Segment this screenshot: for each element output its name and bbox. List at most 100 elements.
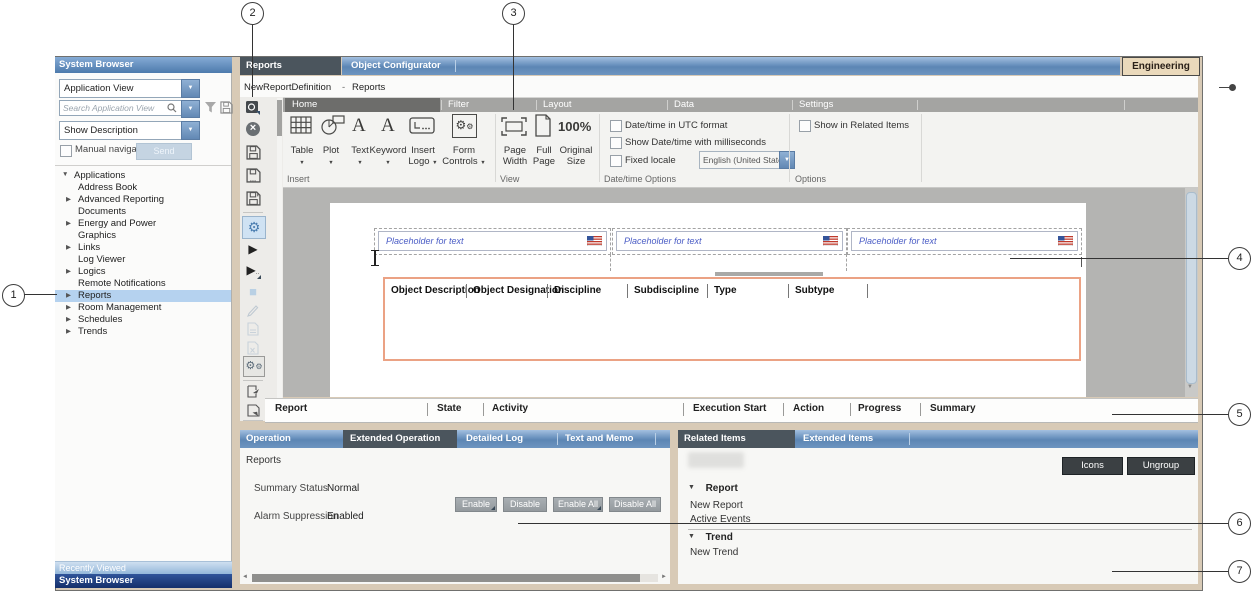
text-placeholder-2[interactable]: Placeholder for text <box>616 231 843 251</box>
tree-item-documents[interactable]: Documents <box>55 206 231 218</box>
display-selector-dropdown-icon[interactable]: ▼ <box>181 121 200 140</box>
view-selector[interactable]: Application View <box>59 79 183 98</box>
tab-extended-operation[interactable]: Extended Operation <box>343 430 457 448</box>
full-page-icon[interactable] <box>534 114 552 137</box>
milliseconds-checkbox[interactable] <box>610 137 622 149</box>
manual-navigation-checkbox[interactable] <box>60 145 72 157</box>
tree-item-links[interactable]: ▶Links <box>55 242 231 254</box>
enable-button[interactable]: Enable <box>455 497 497 512</box>
scroll-right-icon[interactable]: ► <box>661 574 667 580</box>
execution-column-state[interactable]: State <box>437 403 461 414</box>
show-in-related-items-checkbox[interactable] <box>799 120 811 132</box>
related-item-new-trend[interactable]: New Trend <box>690 547 738 558</box>
tree-item-logics[interactable]: ▶Logics <box>55 266 231 278</box>
tree-item-energy-and-power[interactable]: ▶Energy and Power <box>55 218 231 230</box>
report-settings-icon[interactable]: ⚙ <box>242 216 266 239</box>
tree-item-schedules[interactable]: ▶Schedules <box>55 314 231 326</box>
system-browser-bar[interactable]: System Browser <box>55 574 232 588</box>
related-group-report[interactable]: ▼ Report <box>688 483 738 494</box>
disable-all-button[interactable]: Disable All <box>609 497 661 512</box>
execution-column-activity[interactable]: Activity <box>492 403 528 414</box>
tree-item-reports[interactable]: ▶Reports <box>55 290 231 302</box>
tab-object-configurator[interactable]: Object Configurator <box>351 60 441 71</box>
tree-item-remote-notifications[interactable]: Remote Notifications <box>55 278 231 290</box>
search-dropdown-icon[interactable]: ▼ <box>181 100 200 118</box>
recently-viewed-bar[interactable]: Recently Viewed <box>55 561 232 575</box>
tree-root-applications[interactable]: ▼ Applications <box>55 170 231 182</box>
form-controls-icon[interactable]: ⚙⚙ <box>452 114 477 138</box>
text-placeholder-1[interactable]: Placeholder for text <box>378 231 607 251</box>
tree-item-trends[interactable]: ▶Trends <box>55 326 231 338</box>
tree-collapsed-icon[interactable]: ▶ <box>66 195 71 203</box>
save-search-icon[interactable] <box>220 101 233 114</box>
save-all-icon[interactable] <box>244 191 262 208</box>
table-drag-handle[interactable] <box>715 272 823 276</box>
tree-collapsed-icon[interactable]: ▶ <box>66 315 71 323</box>
display-selector[interactable]: Show Description <box>59 121 183 140</box>
canvas-table-column[interactable]: Subtype <box>795 285 834 296</box>
tab-reports[interactable]: Reports <box>240 57 341 75</box>
fixed-locale-checkbox[interactable] <box>610 155 622 167</box>
run-with-options-icon[interactable]: ▶.. <box>244 263 262 280</box>
run-report-icon[interactable]: ▶ <box>244 242 262 259</box>
insert-logo-button[interactable]: InsertLogo ▼ <box>404 145 442 167</box>
tab-related-items[interactable]: Related Items <box>678 430 795 448</box>
tree-collapsed-icon[interactable]: ▶ <box>66 219 71 227</box>
save-as-icon[interactable] <box>244 168 262 185</box>
tree-item-graphics[interactable]: Graphics <box>55 230 231 242</box>
language-flag-icon[interactable] <box>823 236 838 246</box>
tree-item-room-management[interactable]: ▶Room Management <box>55 302 231 314</box>
toolbar-scrollbar[interactable] <box>277 98 282 418</box>
page-width-icon[interactable] <box>501 117 527 136</box>
view-selector-dropdown-icon[interactable]: ▼ <box>181 79 200 98</box>
enable-all-button[interactable]: Enable All <box>553 497 603 512</box>
text-placeholder-3[interactable]: Placeholder for text <box>851 231 1078 251</box>
edit-icon[interactable] <box>244 303 262 320</box>
execution-column-summary[interactable]: Summary <box>930 403 976 414</box>
icons-button[interactable]: Icons <box>1062 457 1123 475</box>
tab-detailed-log[interactable]: Detailed Log <box>466 433 523 444</box>
utc-format-checkbox[interactable] <box>610 120 622 132</box>
ribbon-tab-settings[interactable]: Settings <box>799 99 833 110</box>
export-report-icon[interactable] <box>244 384 262 401</box>
tab-text-and-memo[interactable]: Text and Memo <box>565 433 633 444</box>
export-pdf-icon[interactable] <box>244 322 262 339</box>
stop-icon[interactable]: ■ <box>244 284 262 301</box>
form-mode-icon[interactable]: ⚙⚙ <box>243 356 265 377</box>
tree-collapsed-icon[interactable]: ▶ <box>66 291 71 299</box>
language-flag-icon[interactable] <box>587 236 602 246</box>
tab-operation[interactable]: Operation <box>246 433 291 444</box>
tree-collapsed-icon[interactable]: ▶ <box>66 243 71 251</box>
scroll-left-icon[interactable]: ◄ <box>242 574 248 580</box>
cancel-icon[interactable]: × <box>244 122 262 139</box>
execution-column-action[interactable]: Action <box>793 403 824 414</box>
language-flag-icon[interactable] <box>1058 236 1073 246</box>
execution-column-progress[interactable]: Progress <box>858 403 901 414</box>
keyword-icon[interactable]: A <box>381 115 395 137</box>
plot-button[interactable]: Plot▼ <box>315 145 347 167</box>
canvas-table-column[interactable]: Type <box>714 285 737 296</box>
tree-item-address-book[interactable]: Address Book <box>55 182 231 194</box>
breadcrumb-primary[interactable]: NewReportDefinition <box>244 82 331 93</box>
plot-icon[interactable] <box>320 114 346 136</box>
ungroup-button[interactable]: Ungroup <box>1127 457 1195 475</box>
import-report-icon[interactable] <box>244 403 262 420</box>
breadcrumb-secondary[interactable]: Reports <box>352 82 385 93</box>
send-button[interactable]: Send <box>136 143 192 160</box>
canvas-table-column[interactable]: Discipline <box>554 285 601 296</box>
operation-hscrollbar-thumb[interactable] <box>252 574 640 582</box>
ribbon-tab-layout[interactable]: Layout <box>543 99 572 110</box>
ribbon-tab-home[interactable]: Home <box>285 98 440 112</box>
ribbon-tab-filter[interactable]: Filter <box>448 99 469 110</box>
form-controls-button[interactable]: FormControls ▼ <box>440 145 488 167</box>
execution-column-execution-start[interactable]: Execution Start <box>693 403 766 414</box>
tree-collapsed-icon[interactable]: ▶ <box>66 303 71 311</box>
tab-extended-items[interactable]: Extended Items <box>803 433 873 444</box>
table-icon[interactable] <box>290 116 314 136</box>
toolbar-scrollbar-thumb[interactable] <box>277 100 282 136</box>
locale-select-dropdown-icon[interactable]: ▼ <box>779 151 795 169</box>
tree-collapsed-icon[interactable]: ▶ <box>66 267 71 275</box>
tree-collapsed-icon[interactable]: ▶ <box>66 327 71 335</box>
original-size-button[interactable]: OriginalSize <box>556 145 596 167</box>
related-item-new-report[interactable]: New Report <box>690 500 743 511</box>
